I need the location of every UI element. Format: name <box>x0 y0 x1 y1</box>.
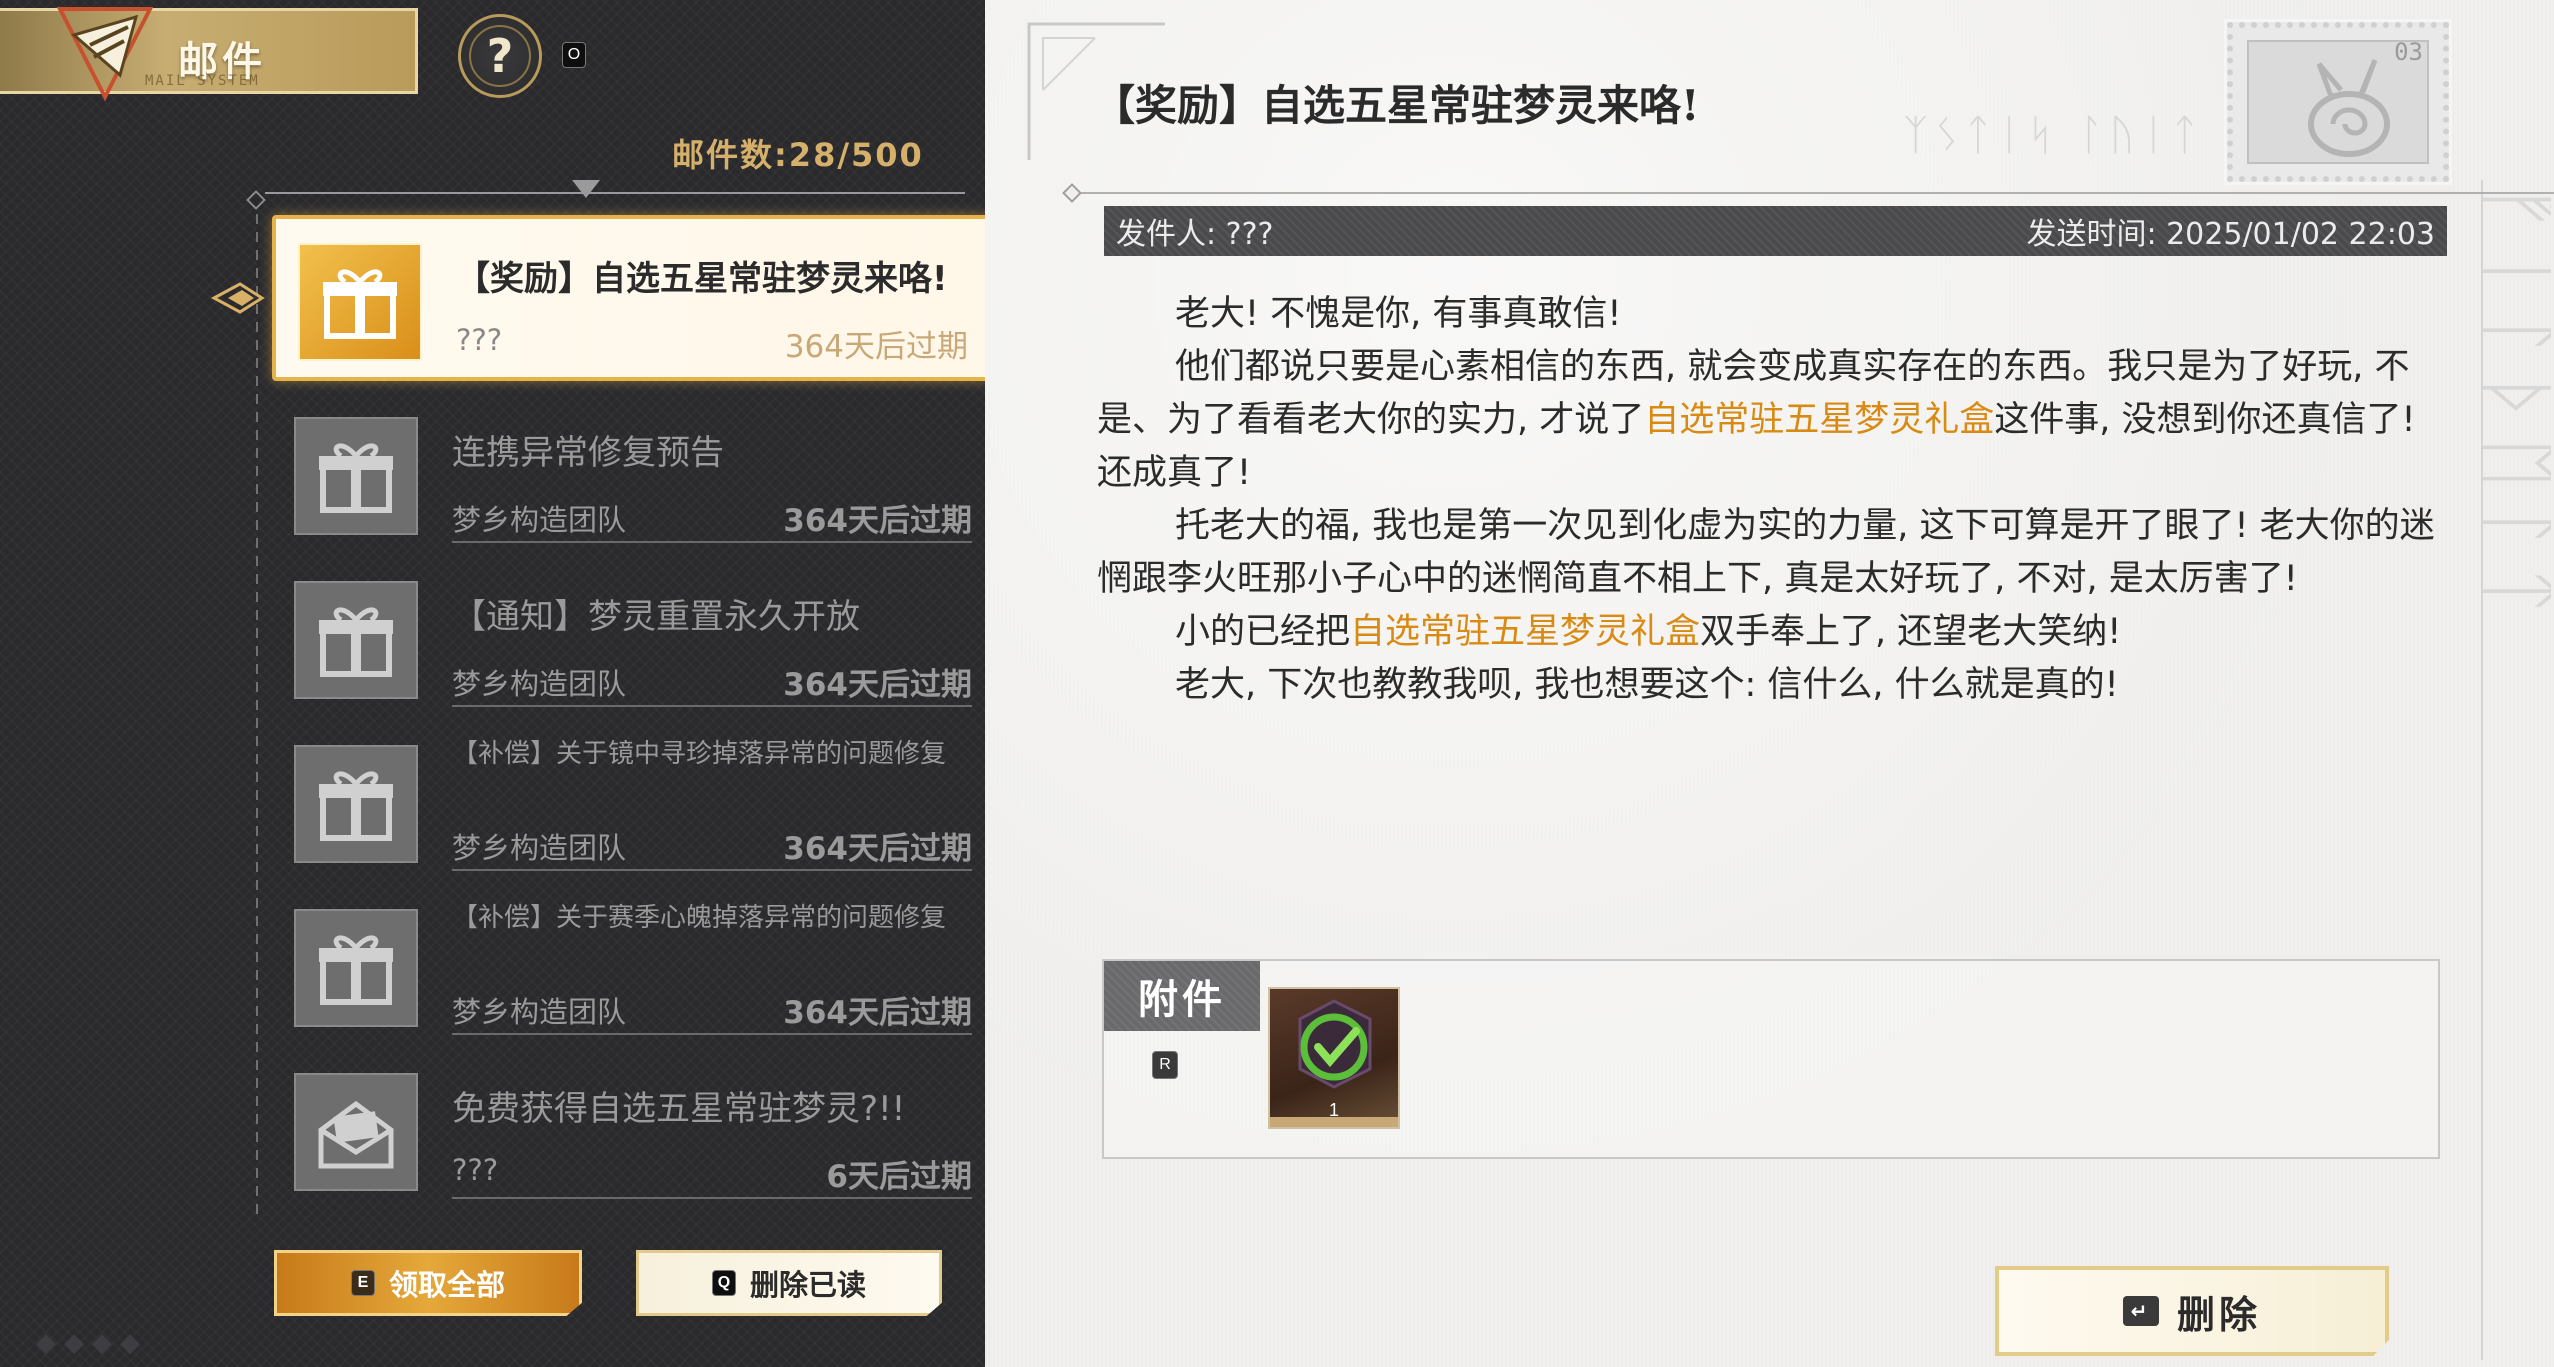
mail-item-2[interactable]: 连携异常修复预告 梦乡构造团队 364天后过期 <box>272 393 990 559</box>
mail-subject: 【奖励】自选五星常驻梦灵来咯! <box>456 259 948 299</box>
mail-send-time: 发送时间: 2025/01/02 22:03 <box>2026 217 2435 252</box>
delete-mail-label: 删除 <box>2176 1292 2261 1337</box>
gift-box-icon <box>294 909 418 1027</box>
mail-sender-info: 发件人: ??? <box>1116 217 1274 252</box>
delete-read-key-hint: Q <box>711 1270 736 1296</box>
mail-count: 邮件数:28/500 <box>672 136 924 174</box>
highlight-reward-name: 自选常驻五星梦灵礼盒 <box>1350 612 1701 652</box>
selection-box-icon <box>1298 999 1372 1089</box>
rail-diamond-icon <box>246 190 266 210</box>
help-button[interactable]: ? <box>458 14 542 98</box>
page-subtitle: MAIL SYSTEM <box>145 73 260 89</box>
side-decorative-script: ᚡᛁᛚᚦᛖᛚᛏ <box>2481 180 2551 1360</box>
mail-detail-panel: 【奖励】自选五星常驻梦灵来咯! ᛉᛊᛏᛁᛋ ᛚᚢᛁᛏ 03 ᚡᛁᛚᚦᛖᛚᛏ 发件… <box>985 0 2554 1367</box>
gift-box-icon <box>294 745 418 863</box>
postage-stamp: 03 <box>2224 19 2452 185</box>
mail-expire: 6天后过期 <box>826 1159 972 1195</box>
gift-box-icon <box>294 581 418 699</box>
delete-read-button[interactable]: Q 删除已读 <box>636 1250 942 1316</box>
body-paragraph-5: 老大, 下次也教教我呗, 我也想要这个: 信什么, 什么就是真的! <box>1175 665 2119 705</box>
meta-diamond-icon <box>1062 183 1082 203</box>
gift-box-icon <box>294 417 418 535</box>
mail-sender: ??? <box>456 323 503 357</box>
mail-subject: 【补偿】关于赛季心魄掉落异常的问题修复 <box>452 903 947 933</box>
mail-sender: ??? <box>452 1153 499 1187</box>
mail-expire: 364天后过期 <box>783 831 972 867</box>
body-paragraph-3: 托老大的福, 我也是第一次见到化虚为实的力量, 这下可算是开了眼了! 老大你的迷… <box>1097 506 2435 599</box>
mail-expire: 364天后过期 <box>783 503 972 539</box>
mail-body: 老大! 不愧是你, 有事真敢信! 他们都说只要是心素相信的东西, 就会变成真实存… <box>1097 288 2457 712</box>
mail-logo-icon <box>56 7 154 101</box>
mail-subject: 连携异常修复预告 <box>452 433 724 473</box>
open-envelope-icon <box>294 1073 418 1191</box>
reward-rarity-strip <box>1270 1117 1398 1127</box>
mail-underline <box>452 869 972 871</box>
body-paragraph-4: 小的已经把自选常驻五星梦灵礼盒双手奉上了, 还望老大笑纳! <box>1175 612 2122 652</box>
mail-sender: 梦乡构造团队 <box>452 831 627 865</box>
page-title-badge: 邮件 MAIL SYSTEM <box>0 7 418 101</box>
delete-mail-button[interactable]: ↵ 删除 <box>1995 1266 2389 1356</box>
mail-item-3[interactable]: 【通知】梦灵重置永久开放 梦乡构造团队 364天后过期 <box>272 557 990 723</box>
reward-item-slot[interactable]: 1 <box>1268 987 1400 1129</box>
decorative-script: ᛉᛊᛏᛁᛋ ᛚᚢᛁᛏ <box>1903 110 2204 159</box>
mail-underline <box>452 1033 972 1035</box>
mail-item-6[interactable]: 免费获得自选五星常驻梦灵?!! ??? 6天后过期 <box>272 1049 990 1215</box>
mail-sender: 梦乡构造团队 <box>452 503 627 537</box>
mail-sender: 梦乡构造团队 <box>452 667 627 701</box>
body-paragraph-1: 老大! 不愧是你, 有事真敢信! <box>1175 294 1622 334</box>
mail-underline <box>452 541 972 543</box>
selection-pointer-icon <box>210 282 265 314</box>
attachment-box: 附件 R 1 <box>1102 959 2440 1159</box>
help-key-hint: O <box>562 42 586 68</box>
claim-all-label: 领取全部 <box>388 1268 505 1302</box>
footer-decoration: ◆◆◆◆ <box>36 1328 148 1358</box>
mail-underline <box>452 1197 972 1199</box>
mail-subject: 【补偿】关于镜中寻珍掉落异常的问题修复 <box>452 739 947 769</box>
mail-list-panel: 邮件 MAIL SYSTEM ? O 邮件数:28/500 【奖励】自选五星常驻… <box>0 0 990 1367</box>
mail-subject: 免费获得自选五星常驻梦灵?!! <box>452 1089 906 1129</box>
mail-expire: 364天后过期 <box>783 995 972 1031</box>
body-paragraph-2: 他们都说只要是心素相信的东西, 就会变成真实存在的东西。我只是为了好玩, 不是、… <box>1097 347 2416 493</box>
mail-item-1[interactable]: 【奖励】自选五星常驻梦灵来咯! ??? 364天后过期 <box>272 215 990 381</box>
mail-underline <box>452 705 972 707</box>
mail-item-4[interactable]: 【补偿】关于镜中寻珍掉落异常的问题修复 梦乡构造团队 364天后过期 <box>272 721 990 887</box>
mail-subject: 【通知】梦灵重置永久开放 <box>452 597 860 637</box>
enter-key-icon: ↵ <box>2122 1296 2159 1326</box>
list-divider <box>265 192 965 194</box>
attachment-label: 附件 <box>1104 961 1260 1031</box>
gift-box-icon <box>298 243 422 361</box>
mail-item-5[interactable]: 【补偿】关于赛季心魄掉落异常的问题修复 梦乡构造团队 364天后过期 <box>272 885 990 1051</box>
attachment-key-hint: R <box>1152 1051 1178 1079</box>
delete-read-label: 删除已读 <box>749 1268 866 1302</box>
question-icon: ? <box>486 29 514 83</box>
claim-key-hint: E <box>350 1270 375 1296</box>
divider-triangle-icon <box>572 180 600 198</box>
mail-detail-title: 【奖励】自选五星常驻梦灵来咯! <box>1093 81 1700 130</box>
mail-sender: 梦乡构造团队 <box>452 995 627 1029</box>
mail-expire: 364天后过期 <box>784 329 968 365</box>
mail-meta-bar: 发件人: ??? 发送时间: 2025/01/02 22:03 <box>1104 206 2447 256</box>
stamp-number: 03 <box>2394 38 2423 66</box>
meta-divider <box>1065 192 2554 194</box>
highlight-reward-name: 自选常驻五星梦灵礼盒 <box>1644 400 1995 440</box>
list-rail <box>256 196 258 1216</box>
claim-all-button[interactable]: E 领取全部 <box>274 1250 582 1316</box>
mail-expire: 364天后过期 <box>783 667 972 703</box>
